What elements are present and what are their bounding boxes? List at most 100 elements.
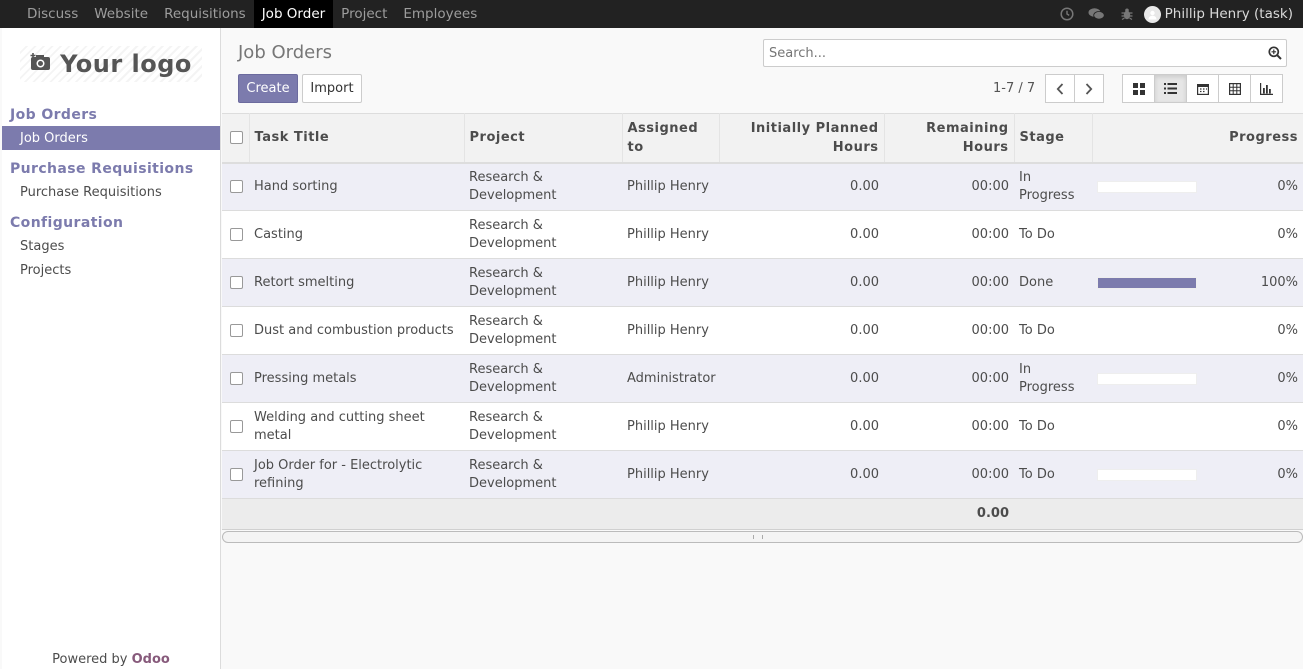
task-title-cell: Welding and cutting sheet metal bbox=[254, 409, 425, 443]
assigned-cell: Phillip Henry bbox=[627, 418, 709, 434]
calendar-view-button[interactable] bbox=[1186, 74, 1219, 103]
create-button[interactable]: Create bbox=[238, 74, 298, 103]
avatar bbox=[1143, 5, 1161, 23]
pager-value[interactable]: 1-7 / 7 bbox=[993, 81, 1035, 96]
progress-bar bbox=[1097, 276, 1197, 289]
table-row[interactable]: Welding and cutting sheet metal Research… bbox=[222, 402, 1303, 451]
table-row[interactable]: Casting Research & Development Phillip H… bbox=[222, 210, 1303, 259]
import-button[interactable]: Import bbox=[302, 74, 362, 103]
remaining-hours-cell: 00:00 bbox=[971, 322, 1009, 338]
horizontal-scrollbar[interactable] bbox=[222, 531, 1303, 543]
pager-next-button[interactable] bbox=[1074, 74, 1104, 103]
progress-value: 0% bbox=[1277, 178, 1298, 194]
menu-website[interactable]: Website bbox=[86, 0, 156, 28]
pager-buttons bbox=[1045, 74, 1104, 103]
camera-icon bbox=[30, 52, 52, 76]
menu-employees[interactable]: Employees bbox=[395, 0, 485, 28]
remaining-hours-cell: 00:00 bbox=[971, 178, 1009, 194]
planned-hours-cell: 0.00 bbox=[850, 274, 879, 290]
systray: Phillip Henry (task) bbox=[1052, 0, 1303, 28]
column-remaining-hours[interactable]: Remaining Hours bbox=[884, 113, 1015, 163]
menu-project[interactable]: Project bbox=[333, 0, 395, 28]
pivot-view-button[interactable] bbox=[1218, 74, 1251, 103]
progress-value: 0% bbox=[1277, 370, 1298, 386]
row-checkbox[interactable] bbox=[230, 419, 243, 433]
section-configuration: Configuration bbox=[10, 215, 124, 231]
progress-bar bbox=[1097, 180, 1197, 193]
total-planned-hours: 0.00 bbox=[976, 506, 1009, 521]
task-title-cell: Job Order for - Electrolytic refining bbox=[254, 457, 423, 491]
user-menu[interactable]: Phillip Henry (task) bbox=[1143, 5, 1293, 23]
stage-cell: Done bbox=[1019, 274, 1054, 290]
row-checkbox[interactable] bbox=[230, 275, 243, 289]
search-icon[interactable] bbox=[1264, 40, 1286, 66]
progress-value: 0% bbox=[1277, 418, 1298, 434]
list-view-button[interactable] bbox=[1154, 74, 1187, 103]
column-project[interactable]: Project bbox=[464, 113, 623, 163]
menu-job-order[interactable]: Job Order bbox=[253, 0, 334, 28]
search-input[interactable] bbox=[764, 40, 1264, 66]
column-planned-hours[interactable]: Initially Planned Hours bbox=[719, 113, 885, 163]
assigned-cell: Phillip Henry bbox=[627, 322, 709, 338]
planned-hours-cell: 0.00 bbox=[850, 418, 879, 434]
kanban-icon bbox=[1132, 82, 1145, 95]
bug-icon[interactable] bbox=[1112, 0, 1142, 28]
table-row[interactable]: Retort smelting Research & Development P… bbox=[222, 258, 1303, 307]
task-title-cell: Hand sorting bbox=[254, 178, 338, 194]
menu-discuss[interactable]: Discuss bbox=[19, 0, 86, 28]
sidebar-item-stages[interactable]: Stages bbox=[2, 234, 220, 258]
odoo-link[interactable]: Odoo bbox=[132, 652, 170, 667]
select-all-checkbox[interactable] bbox=[230, 131, 243, 145]
menu-requisitions[interactable]: Requisitions bbox=[156, 0, 254, 28]
progress-value: 0% bbox=[1277, 322, 1298, 338]
remaining-hours-cell: 00:00 bbox=[971, 466, 1009, 482]
sidebar-item-projects[interactable]: Projects bbox=[2, 258, 220, 282]
sidebar-item-purchase-requisitions[interactable]: Purchase Requisitions bbox=[2, 180, 220, 204]
assigned-cell: Phillip Henry bbox=[627, 226, 709, 242]
assigned-cell: Administrator bbox=[627, 370, 716, 386]
company-logo[interactable]: Your logo bbox=[2, 28, 220, 100]
table-row[interactable]: Job Order for - Electrolytic refining Re… bbox=[222, 450, 1303, 499]
column-stage[interactable]: Stage bbox=[1014, 113, 1093, 163]
main-content: Job Orders Create Import 1-7 / 7 bbox=[222, 28, 1303, 669]
project-cell: Research & Development bbox=[469, 361, 557, 395]
row-checkbox[interactable] bbox=[230, 227, 243, 241]
stage-cell: In Progress bbox=[1019, 169, 1075, 203]
row-checkbox[interactable] bbox=[230, 371, 243, 385]
graph-view-button[interactable] bbox=[1250, 74, 1283, 103]
project-cell: Research & Development bbox=[469, 457, 557, 491]
planned-hours-cell: 0.00 bbox=[850, 466, 879, 482]
table-header: Task Title Project Assigned to Initially… bbox=[222, 113, 1303, 163]
page-title: Job Orders bbox=[238, 42, 332, 63]
row-checkbox[interactable] bbox=[230, 179, 243, 193]
table-row[interactable]: Dust and combustion products Research & … bbox=[222, 306, 1303, 355]
column-assigned-to[interactable]: Assigned to bbox=[622, 113, 720, 163]
row-checkbox[interactable] bbox=[230, 323, 243, 337]
assigned-cell: Phillip Henry bbox=[627, 274, 709, 290]
planned-hours-cell: 0.00 bbox=[850, 178, 879, 194]
progress-value: 0% bbox=[1277, 466, 1298, 482]
table-row[interactable]: Hand sorting Research & Development Phil… bbox=[222, 162, 1303, 211]
planned-hours-cell: 0.00 bbox=[850, 226, 879, 242]
pager-previous-button[interactable] bbox=[1045, 74, 1075, 103]
task-title-cell: Pressing metals bbox=[254, 370, 357, 386]
view-switcher bbox=[1122, 74, 1283, 103]
project-cell: Research & Development bbox=[469, 313, 557, 347]
stage-cell: In Progress bbox=[1019, 361, 1075, 395]
row-checkbox[interactable] bbox=[230, 467, 243, 481]
kanban-view-button[interactable] bbox=[1122, 74, 1155, 103]
scrollbar-grip[interactable] bbox=[753, 535, 763, 539]
job-orders-table: Task Title Project Assigned to Initially… bbox=[222, 113, 1303, 543]
table-row[interactable]: Pressing metals Research & Development A… bbox=[222, 354, 1303, 403]
remaining-hours-cell: 00:00 bbox=[971, 418, 1009, 434]
progress-bar bbox=[1097, 372, 1197, 385]
remaining-hours-cell: 00:00 bbox=[971, 274, 1009, 290]
chat-icon[interactable] bbox=[1082, 0, 1112, 28]
clock-icon[interactable] bbox=[1052, 0, 1082, 28]
column-progress[interactable]: Progress bbox=[1092, 114, 1303, 163]
assigned-cell: Phillip Henry bbox=[627, 178, 709, 194]
column-task-title[interactable]: Task Title bbox=[249, 113, 465, 163]
powered-by: Powered by Odoo bbox=[2, 652, 220, 667]
logo-text: Your logo bbox=[60, 50, 192, 78]
sidebar-item-job-orders[interactable]: Job Orders bbox=[2, 126, 220, 150]
